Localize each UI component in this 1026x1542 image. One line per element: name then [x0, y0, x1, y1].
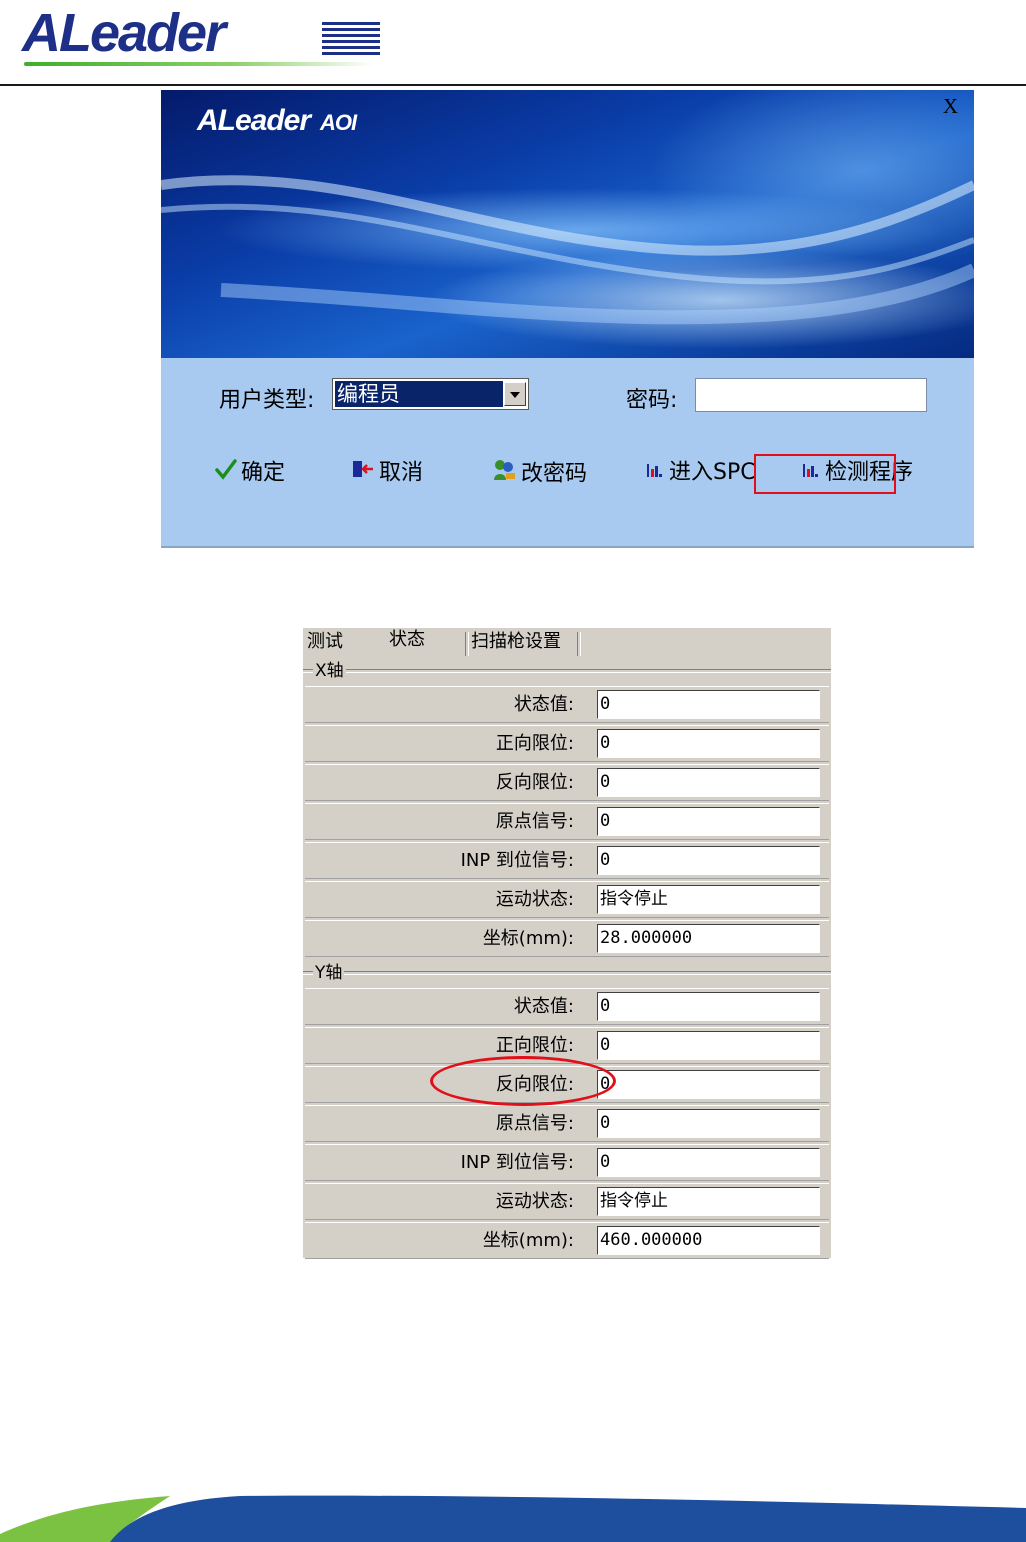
- y-status-value-field[interactable]: 0: [597, 992, 820, 1021]
- x-motion-status-field[interactable]: 指令停止: [597, 885, 820, 914]
- y-origin-signal-field[interactable]: 0: [597, 1109, 820, 1138]
- x-origin-signal-field[interactable]: 0: [597, 807, 820, 836]
- row-label: 坐标(mm):: [482, 1230, 574, 1251]
- company-logo: ALeader: [22, 3, 380, 66]
- group-divider: [303, 669, 831, 673]
- group-divider: [303, 971, 831, 975]
- x-coordinate-field[interactable]: 28.000000: [597, 924, 820, 953]
- row-label: 原点信号:: [495, 811, 574, 832]
- confirm-button[interactable]: 确定: [215, 458, 285, 488]
- y-origin-signal-row: 原点信号: 0: [305, 1105, 829, 1142]
- login-banner: ALeader AOI X: [161, 90, 974, 358]
- row-label: 原点信号:: [495, 1113, 574, 1134]
- tab-test[interactable]: 测试: [307, 628, 343, 656]
- footer-swoosh: [0, 1495, 1026, 1542]
- login-dialog: ALeader AOI X 用户类型: 编程员 密码: 确定 取消 改密码 进入…: [161, 90, 974, 548]
- row-label: INP 到位信号:: [460, 850, 574, 871]
- y-inp-signal-row: INP 到位信号: 0: [305, 1144, 829, 1181]
- logo-stripes: [322, 22, 380, 60]
- y-coordinate-field[interactable]: 460.000000: [597, 1226, 820, 1255]
- check-icon: [215, 458, 237, 489]
- row-label: 运动状态:: [495, 889, 574, 910]
- tab-scanner-settings[interactable]: 扫描枪设置: [471, 628, 561, 656]
- change-password-label: 改密码: [521, 461, 588, 487]
- login-form: 用户类型: 编程员 密码: 确定 取消 改密码 进入SPC 检测程序: [161, 358, 974, 548]
- y-motion-status-row: 运动状态: 指令停止: [305, 1183, 829, 1220]
- row-label: 正向限位:: [495, 733, 574, 754]
- y-motion-status-field[interactable]: 指令停止: [597, 1187, 820, 1216]
- cancel-button[interactable]: 取消: [351, 458, 423, 488]
- header-divider: [0, 84, 1026, 86]
- x-positive-limit-row: 正向限位: 0: [305, 725, 829, 762]
- x-status-value-field[interactable]: 0: [597, 690, 820, 719]
- x-inp-signal-field[interactable]: 0: [597, 846, 820, 875]
- change-password-button[interactable]: 改密码: [491, 458, 587, 488]
- y-status-value-row: 状态值: 0: [305, 988, 829, 1025]
- password-input[interactable]: [695, 378, 927, 412]
- x-origin-signal-row: 原点信号: 0: [305, 803, 829, 840]
- x-coordinate-row: 坐标(mm): 28.000000: [305, 920, 829, 957]
- company-logo-text: ALeader: [22, 3, 226, 63]
- row-label: 运动状态:: [495, 1191, 574, 1212]
- x-status-value-row: 状态值: 0: [305, 686, 829, 723]
- x-inp-signal-row: INP 到位信号: 0: [305, 842, 829, 879]
- password-label: 密码:: [626, 388, 678, 413]
- y-negative-limit-field[interactable]: 0: [597, 1070, 820, 1099]
- banner-logo-aoi: AOI: [320, 110, 357, 135]
- tab-separator: [577, 632, 581, 656]
- enter-spc-label: 进入SPC: [669, 460, 756, 485]
- user-type-value: 编程员: [334, 380, 504, 408]
- banner-logo: ALeader AOI: [197, 104, 357, 138]
- y-axis-title: Y轴: [313, 963, 345, 983]
- row-label: 状态值:: [513, 694, 574, 715]
- exit-door-icon: [351, 458, 375, 489]
- tab-status[interactable]: 状态: [389, 626, 425, 654]
- cancel-label: 取消: [379, 460, 424, 486]
- row-label: INP 到位信号:: [460, 1152, 574, 1173]
- confirm-label: 确定: [241, 460, 286, 486]
- chevron-down-icon[interactable]: [504, 382, 526, 406]
- y-positive-limit-field[interactable]: 0: [597, 1031, 820, 1060]
- user-type-select[interactable]: 编程员: [332, 378, 529, 410]
- users-key-icon: [491, 458, 517, 491]
- x-axis-title: X轴: [313, 661, 346, 681]
- x-positive-limit-field[interactable]: 0: [597, 729, 820, 758]
- row-label: 正向限位:: [495, 1035, 574, 1056]
- highlight-ellipse: [430, 1056, 616, 1106]
- axis-status-panel: 测试 状态 扫描枪设置 X轴 状态值: 0 正向限位: 0 反向限位: 0 原点…: [303, 628, 831, 1259]
- bar-chart-icon: [645, 458, 665, 488]
- row-label: 反向限位:: [495, 772, 574, 793]
- user-type-label: 用户类型:: [219, 388, 315, 413]
- tab-bar: 测试 状态 扫描枪设置: [303, 628, 831, 658]
- row-label: 状态值:: [513, 996, 574, 1017]
- row-label: 坐标(mm):: [482, 928, 574, 949]
- logo-swoosh: [24, 62, 374, 66]
- banner-logo-text: ALeader: [197, 104, 311, 137]
- y-coordinate-row: 坐标(mm): 460.000000: [305, 1222, 829, 1259]
- y-inp-signal-field[interactable]: 0: [597, 1148, 820, 1177]
- x-motion-status-row: 运动状态: 指令停止: [305, 881, 829, 918]
- x-negative-limit-field[interactable]: 0: [597, 768, 820, 797]
- highlight-box: [754, 454, 896, 494]
- x-negative-limit-row: 反向限位: 0: [305, 764, 829, 801]
- tab-separator: [465, 632, 469, 656]
- close-button[interactable]: X: [943, 94, 958, 119]
- enter-spc-button[interactable]: 进入SPC: [645, 458, 756, 488]
